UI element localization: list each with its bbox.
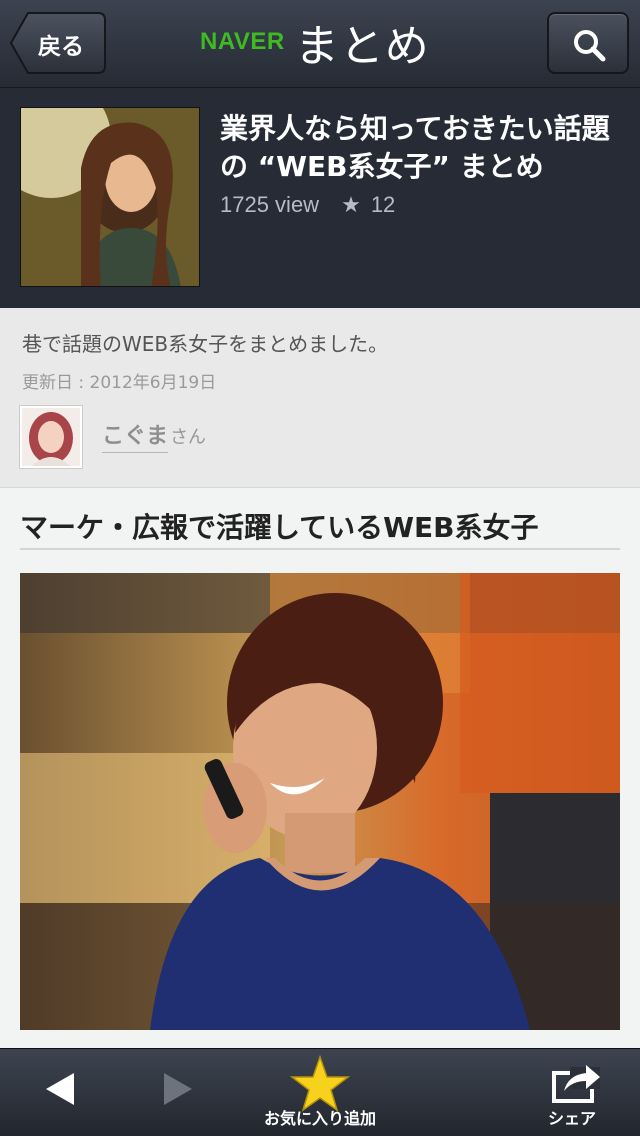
favorite-count: 12 — [370, 192, 396, 217]
author-avatar[interactable] — [20, 406, 82, 468]
author-name-link[interactable]: こぐま — [102, 418, 169, 453]
back-button-label: 戻る — [38, 34, 84, 60]
article-summary: 巷で話題のWEB系女子をまとめました。 更新日 : 2012年6月19日 こぐま… — [0, 308, 640, 488]
star-icon — [289, 1054, 351, 1112]
favorite-label: お気に入り追加 — [263, 1109, 376, 1128]
back-button[interactable]: 戻る — [10, 12, 106, 74]
search-button[interactable] — [547, 12, 629, 74]
search-icon — [574, 30, 606, 62]
view-count: 1725 view — [220, 192, 320, 217]
add-favorite-button[interactable]: お気に入り追加 — [250, 1049, 390, 1136]
updated-date: 更新日 : 2012年6月19日 — [22, 373, 217, 393]
logo-matome: まとめ — [294, 21, 430, 72]
article-stats: 1725 view ★ 12 — [220, 192, 395, 218]
author-suffix: さん — [170, 427, 206, 448]
article-photo[interactable] — [20, 573, 620, 1030]
star-icon: ★ — [341, 192, 361, 217]
share-button[interactable]: シェア — [530, 1049, 614, 1136]
article-thumbnail — [20, 107, 200, 287]
logo-naver: NAVER — [200, 28, 285, 55]
app-logo: NAVER まとめ — [200, 10, 430, 74]
back-nav-button[interactable] — [20, 1049, 100, 1136]
triangle-left-icon — [46, 1073, 74, 1105]
article-description: 巷で話題のWEB系女子をまとめました。 — [22, 332, 389, 356]
article-title: 業界人なら知っておきたい話題の “WEB系女子” まとめ — [220, 112, 610, 183]
share-label: シェア — [547, 1109, 596, 1128]
bottom-toolbar: お気に入り追加 シェア — [0, 1048, 640, 1136]
forward-nav-button[interactable] — [140, 1049, 220, 1136]
navigation-bar: 戻る NAVER まとめ — [0, 0, 640, 88]
section-heading: マーケ・広報で活躍しているWEB系女子 — [20, 506, 620, 550]
triangle-right-icon — [164, 1073, 192, 1105]
article-header: 業界人なら知っておきたい話題の “WEB系女子” まとめ 1725 view ★… — [0, 88, 640, 308]
